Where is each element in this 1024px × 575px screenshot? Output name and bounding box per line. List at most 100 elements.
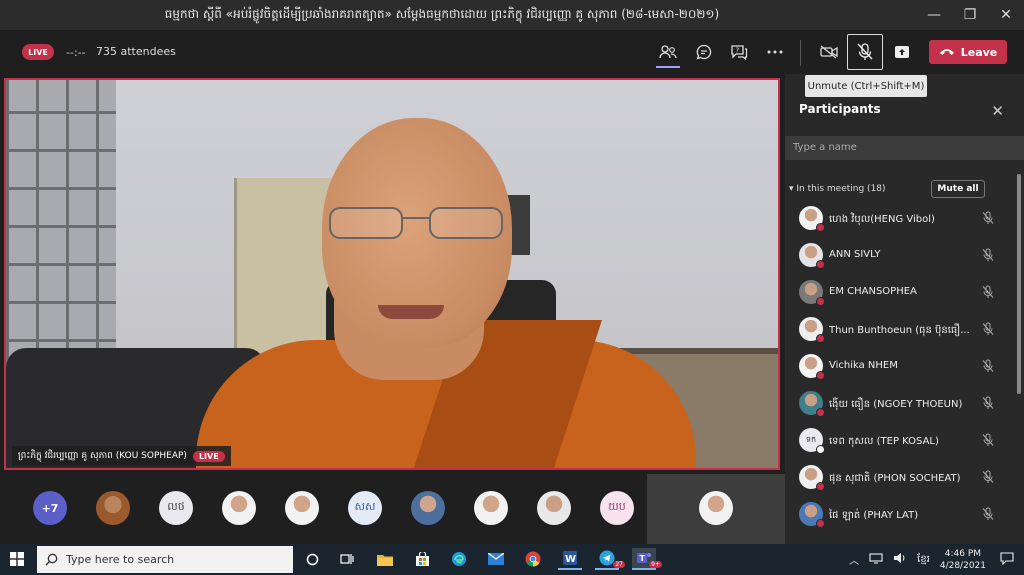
participant-avatar [799,317,825,343]
gallery-avatar [699,491,733,525]
panel-close-icon[interactable]: ✕ [991,102,1004,120]
task-view-icon[interactable] [335,548,359,570]
title-bar: ធម្មកថា ស្ដីពី «អប់រំផ្លូវចិត្តដើម្បីប្រ… [0,0,1024,30]
gallery-avatar[interactable] [411,491,445,525]
section-label: In this meeting (18) [796,184,886,194]
participant-name: ANN SIVLY [829,249,881,260]
window-background [6,80,116,380]
participant-row[interactable]: ANN SIVLY [785,238,1017,274]
status-dot [816,408,825,417]
share-tray-icon[interactable] [888,40,916,64]
in-meeting-section[interactable]: ▾ In this meeting (18) [789,184,886,194]
search-icon [45,553,58,566]
gallery-overflow[interactable]: +7 [33,491,67,525]
panel-scrollbar[interactable] [1017,174,1021,394]
gallery-avatar[interactable] [285,491,319,525]
window-title: ធម្មកថា ស្ដីពី «អប់រំផ្លូវចិត្តដើម្បីប្រ… [164,7,720,21]
mic-off-icon[interactable] [981,322,995,336]
taskbar-clock[interactable]: 4:46 PM 4/28/2021 [940,548,986,572]
participant-row[interactable]: ង៉ើយ ធឿន (NGOEY THOEUN) [785,386,1017,422]
mic-off-icon[interactable] [981,211,995,225]
participants-icon[interactable] [654,40,682,64]
participant-gallery: +7 លថ សស យប [0,474,785,544]
gallery-avatar[interactable] [222,491,256,525]
phone-hangup-icon [939,49,954,55]
mic-off-icon[interactable] [981,248,995,262]
mic-off-icon[interactable] [981,470,995,484]
participant-avatar [799,206,825,232]
mute-all-button[interactable]: Mute all [931,180,985,198]
network-icon[interactable] [869,552,883,567]
participant-name: EM CHANSOPHEA [829,286,917,297]
presenter-video[interactable]: ព្រះភិក្ខុ វជិរប្បញ្ញោ គូ សុភាព (KOU SOP… [4,78,780,470]
restore-button[interactable]: ❐ [952,0,988,30]
participant-name: ង៉ើយ ធឿន (NGOEY THOEUN) [829,399,963,410]
notification-icon[interactable] [1000,551,1014,568]
participant-name: Vichika NHEM [829,360,898,371]
camera-off-icon[interactable] [815,40,843,64]
close-button[interactable]: ✕ [988,0,1024,30]
clock-date: 4/28/2021 [939,560,986,571]
mic-off-icon[interactable] [981,359,995,373]
chat-icon[interactable] [690,40,718,64]
participant-row[interactable]: ហេង វិបុល(HENG Vibol) [785,201,1017,237]
gallery-initials[interactable]: យប [600,491,634,525]
participant-avatar [799,354,825,380]
status-dot [816,260,825,269]
mic-off-icon[interactable] [981,433,995,447]
unmute-button[interactable] [847,34,883,70]
clock-time: 4:46 PM [944,548,982,559]
language-indicator[interactable]: ខ្មែរ [917,552,930,567]
presenter-glasses [329,207,503,239]
teams-icon[interactable]: T 9+ [632,548,662,570]
participant-name: ទេព កុសល (TEP KOSAL) [829,436,939,447]
chrome-icon[interactable] [521,548,545,570]
mic-off-icon[interactable] [981,507,995,521]
mic-off-icon[interactable] [981,396,995,410]
participant-avatar [799,502,825,528]
participant-search-input[interactable]: Type a name [785,136,1024,160]
status-dot [816,223,825,232]
windows-start-icon[interactable] [10,552,24,566]
minimize-button[interactable]: — [916,0,952,30]
telegram-icon[interactable]: 27 [595,548,625,570]
mic-off-icon[interactable] [981,285,995,299]
more-options-icon[interactable] [761,40,789,64]
system-tray: ︿ ខ្មែរ 4:46 PM 4/28/2021 [849,544,1024,575]
participant-row[interactable]: EM CHANSOPHEA [785,275,1017,311]
participants-panel: Participants ✕ Type a name ▾ In this mee… [785,74,1024,544]
store-icon[interactable] [410,548,434,570]
chevron-up-icon[interactable]: ︿ [849,552,859,567]
participant-name: ផៃ ឡាត់ (PHAY LAT) [829,510,919,521]
gallery-avatar[interactable] [96,491,130,525]
leave-label: Leave [960,45,998,59]
word-icon[interactable]: W [558,548,582,570]
gallery-active-tile[interactable] [647,474,785,544]
leave-button[interactable]: Leave [929,40,1007,64]
cortana-icon[interactable] [300,548,324,570]
participant-row[interactable]: ផៃ ឡាត់ (PHAY LAT) [785,497,1017,533]
gallery-initials[interactable]: សស [348,491,382,525]
svg-text:T: T [640,554,646,563]
participant-row[interactable]: ផុន សុជាតិ (PHON SOCHEAT) [785,460,1017,496]
attendee-count: 735 attendees [96,45,176,58]
file-explorer-icon[interactable] [373,548,397,570]
gallery-avatar[interactable] [537,491,571,525]
qna-icon[interactable]: ? [725,40,753,64]
mail-icon[interactable] [484,548,508,570]
presenter-name-tag: ព្រះភិក្ខុ វជិរប្បញ្ញោ គូ សុភាព (KOU SOP… [12,446,231,466]
participant-row[interactable]: Vichika NHEM [785,349,1017,385]
gallery-avatar[interactable] [474,491,508,525]
participant-row[interactable]: Thun Bunthoeun (ធុន ប៊ុនធឿ... [785,312,1017,348]
unmute-tooltip: Unmute (Ctrl+Shift+M) [805,75,927,97]
participant-avatar [799,280,825,306]
taskbar-search-placeholder: Type here to search [66,553,175,566]
taskbar-search-box[interactable]: Type here to search [37,546,293,573]
participant-row[interactable]: ទក ទេព កុសល (TEP KOSAL) [785,423,1017,459]
participant-avatar [799,391,825,417]
gallery-initials[interactable]: លថ [159,491,193,525]
status-dot [816,297,825,306]
volume-icon[interactable] [893,552,907,567]
edge-icon[interactable] [447,548,471,570]
svg-text:W: W [565,554,576,565]
